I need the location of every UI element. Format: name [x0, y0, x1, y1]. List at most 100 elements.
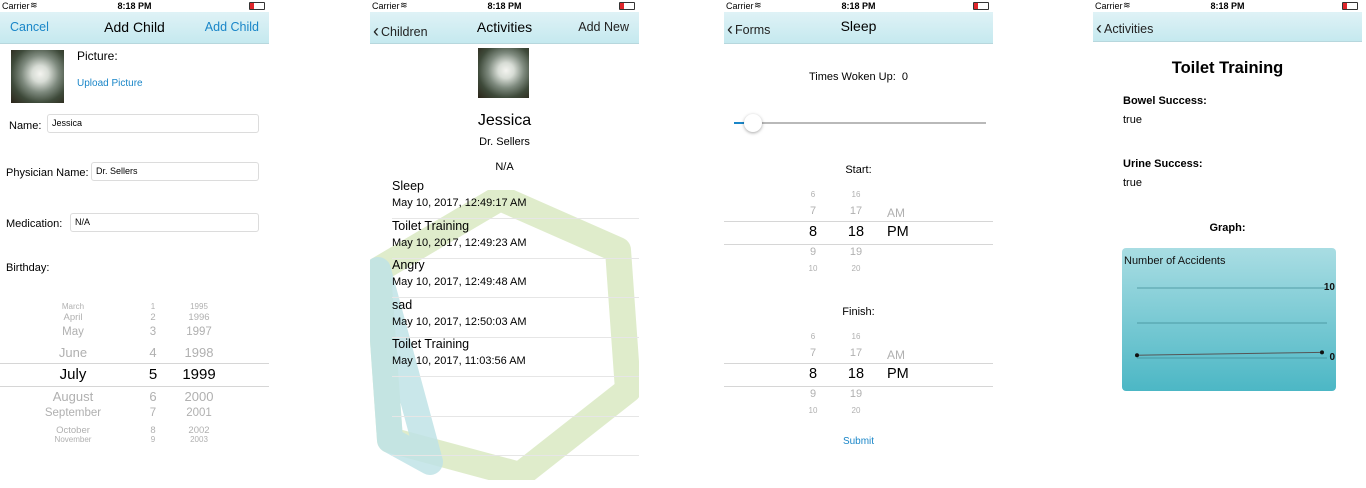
birthday-picker[interactable]: March 1 1995 April 2 1996 May 3 1997 June 4 1998 Jul… [0, 298, 269, 446]
activity-time: May 10, 2017, 11:03:56 AM [392, 355, 526, 367]
start-ampm-option[interactable]: AM [887, 206, 905, 220]
accidents-chart: Number of Accidents 10 0 [1122, 248, 1336, 391]
physician-label: Physician Name: [6, 167, 89, 179]
activity-title: Sleep [392, 179, 424, 193]
start-time-picker[interactable]: 6 16 7 17 AM 8 18 PM 9 19 10 20 [724, 188, 993, 274]
start-minute-option[interactable]: 18 [841, 224, 871, 240]
start-hour-option[interactable]: 6 [798, 190, 828, 199]
child-name: Jessica [477, 112, 532, 129]
chart-series-line [1136, 351, 1323, 356]
birthday-year-option[interactable]: 1999 [154, 366, 244, 383]
status-bar: Carrier ≋ 8:18 PM [1093, 0, 1362, 12]
clock: 8:18 PM [117, 1, 152, 11]
finish-label: Finish: [842, 306, 875, 318]
finish-hour-option[interactable]: 9 [798, 388, 828, 400]
picker-selection-top [724, 363, 993, 364]
finish-hour-option[interactable]: 8 [798, 366, 828, 382]
birthday-month-option[interactable]: April [28, 312, 118, 323]
page-title: Toilet Training [1171, 59, 1284, 77]
child-photo [11, 50, 64, 103]
chart-y-tick-label: 0 [1329, 352, 1335, 363]
chevron-left-icon: ‹ [1096, 18, 1102, 38]
start-minute-option[interactable]: 20 [841, 264, 871, 273]
medication-label: Medication: [6, 218, 63, 230]
medication-field[interactable]: N/A [70, 213, 259, 232]
birthday-month-option[interactable]: March [28, 302, 118, 311]
finish-minute-option[interactable]: 16 [841, 332, 871, 341]
nav-bar: ‹ Children Activities Add New [370, 12, 639, 44]
finish-minute-option[interactable]: 20 [841, 406, 871, 415]
physician-name: Dr. Sellers [479, 136, 530, 148]
start-hour-option[interactable]: 8 [798, 224, 828, 240]
activity-row[interactable]: Angry May 10, 2017, 12:49:48 AM [392, 258, 639, 298]
finish-ampm-option[interactable]: AM [887, 348, 905, 362]
activity-time: May 10, 2017, 12:49:17 AM [392, 197, 527, 209]
activity-time: May 10, 2017, 12:49:48 AM [392, 276, 527, 288]
picker-selection-bottom [724, 244, 993, 245]
birthday-month-option[interactable]: May [28, 326, 118, 338]
activity-time: May 10, 2017, 12:50:03 AM [392, 315, 527, 328]
birthday-month-option[interactable]: June [28, 345, 118, 360]
start-minute-option[interactable]: 17 [841, 205, 871, 217]
birthday-month-option[interactable]: September [28, 407, 118, 419]
birthday-year-option[interactable]: 1996 [154, 312, 244, 323]
birthday-year-option[interactable]: 2001 [154, 407, 244, 419]
birthday-month-option[interactable]: July [28, 366, 118, 383]
slider-thumb[interactable] [744, 114, 762, 132]
empty-row [392, 377, 639, 417]
finish-minute-option[interactable]: 19 [841, 388, 871, 400]
add-child-button[interactable]: Add Child [205, 20, 259, 34]
start-hour-option[interactable]: 7 [798, 205, 828, 217]
start-hour-option[interactable]: 10 [798, 264, 828, 273]
birthday-month-option[interactable]: August [28, 389, 118, 404]
clock: 8:18 PM [1210, 1, 1245, 11]
submit-button[interactable]: Submit [724, 436, 993, 447]
back-button[interactable]: ‹ Activities [1096, 17, 1153, 38]
finish-minute-option[interactable]: 18 [841, 366, 871, 382]
empty-row [392, 416, 639, 456]
clock: 8:18 PM [487, 1, 522, 11]
finish-hour-option[interactable]: 6 [798, 332, 828, 341]
finish-hour-option[interactable]: 7 [798, 347, 828, 359]
start-minute-option[interactable]: 16 [841, 190, 871, 199]
birthday-label: Birthday: [6, 262, 50, 274]
birthday-month-option[interactable]: November [28, 435, 118, 444]
birthday-year-option[interactable]: 2003 [154, 435, 244, 444]
graph-label: Graph: [1209, 222, 1246, 234]
finish-ampm-option[interactable]: PM [887, 366, 909, 382]
clock: 8:18 PM [841, 1, 876, 11]
activity-row[interactable]: Toilet Training May 10, 2017, 12:49:23 AM [392, 219, 639, 259]
picker-selection-bottom [724, 386, 993, 387]
birthday-year-option[interactable]: 1997 [154, 326, 244, 338]
activity-row[interactable]: sad May 10, 2017, 12:50:03 AM [392, 298, 639, 338]
urine-success-value: true [1123, 177, 1142, 189]
finish-minute-option[interactable]: 17 [841, 347, 871, 359]
activity-row[interactable]: Sleep May 10, 2017, 12:49:17 AM [392, 179, 639, 219]
battery-icon [619, 2, 635, 10]
chart-svg: Number of Accidents 10 0 [1124, 255, 1336, 363]
birthday-year-option[interactable]: 1998 [154, 345, 244, 360]
add-new-button[interactable]: Add New [578, 20, 629, 34]
activity-row[interactable]: Toilet Training May 10, 2017, 11:03:56 AM [392, 337, 639, 377]
times-woken-slider[interactable] [734, 114, 986, 132]
finish-hour-option[interactable]: 10 [798, 406, 828, 415]
battery-icon [1342, 2, 1358, 10]
battery-icon [973, 2, 989, 10]
toilet-training-screen: Carrier ≋ 8:18 PM ‹ Activities Toilet Tra… [1093, 0, 1362, 488]
finish-time-picker[interactable]: 6 16 7 17 AM 8 18 PM 9 19 10 20 [724, 330, 993, 416]
start-hour-option[interactable]: 9 [798, 246, 828, 258]
chart-y-tick-label: 10 [1324, 282, 1336, 293]
name-field[interactable]: Jessica [47, 114, 259, 133]
birthday-year-option[interactable]: 2000 [154, 389, 244, 404]
nav-bar: Cancel Add Child Add Child [0, 12, 269, 44]
physician-field[interactable]: Dr. Sellers [91, 162, 259, 181]
status-bar: Carrier ≋ 8:18 PM [724, 0, 993, 12]
start-minute-option[interactable]: 19 [841, 246, 871, 258]
chart-point [1135, 353, 1139, 358]
times-woken-value: 0 [901, 71, 909, 83]
start-ampm-option[interactable]: PM [887, 224, 909, 240]
slider-track [734, 122, 986, 124]
upload-picture-button[interactable]: Upload Picture [77, 78, 143, 89]
birthday-year-option[interactable]: 1995 [154, 302, 244, 311]
page-title: Sleep [840, 18, 877, 34]
